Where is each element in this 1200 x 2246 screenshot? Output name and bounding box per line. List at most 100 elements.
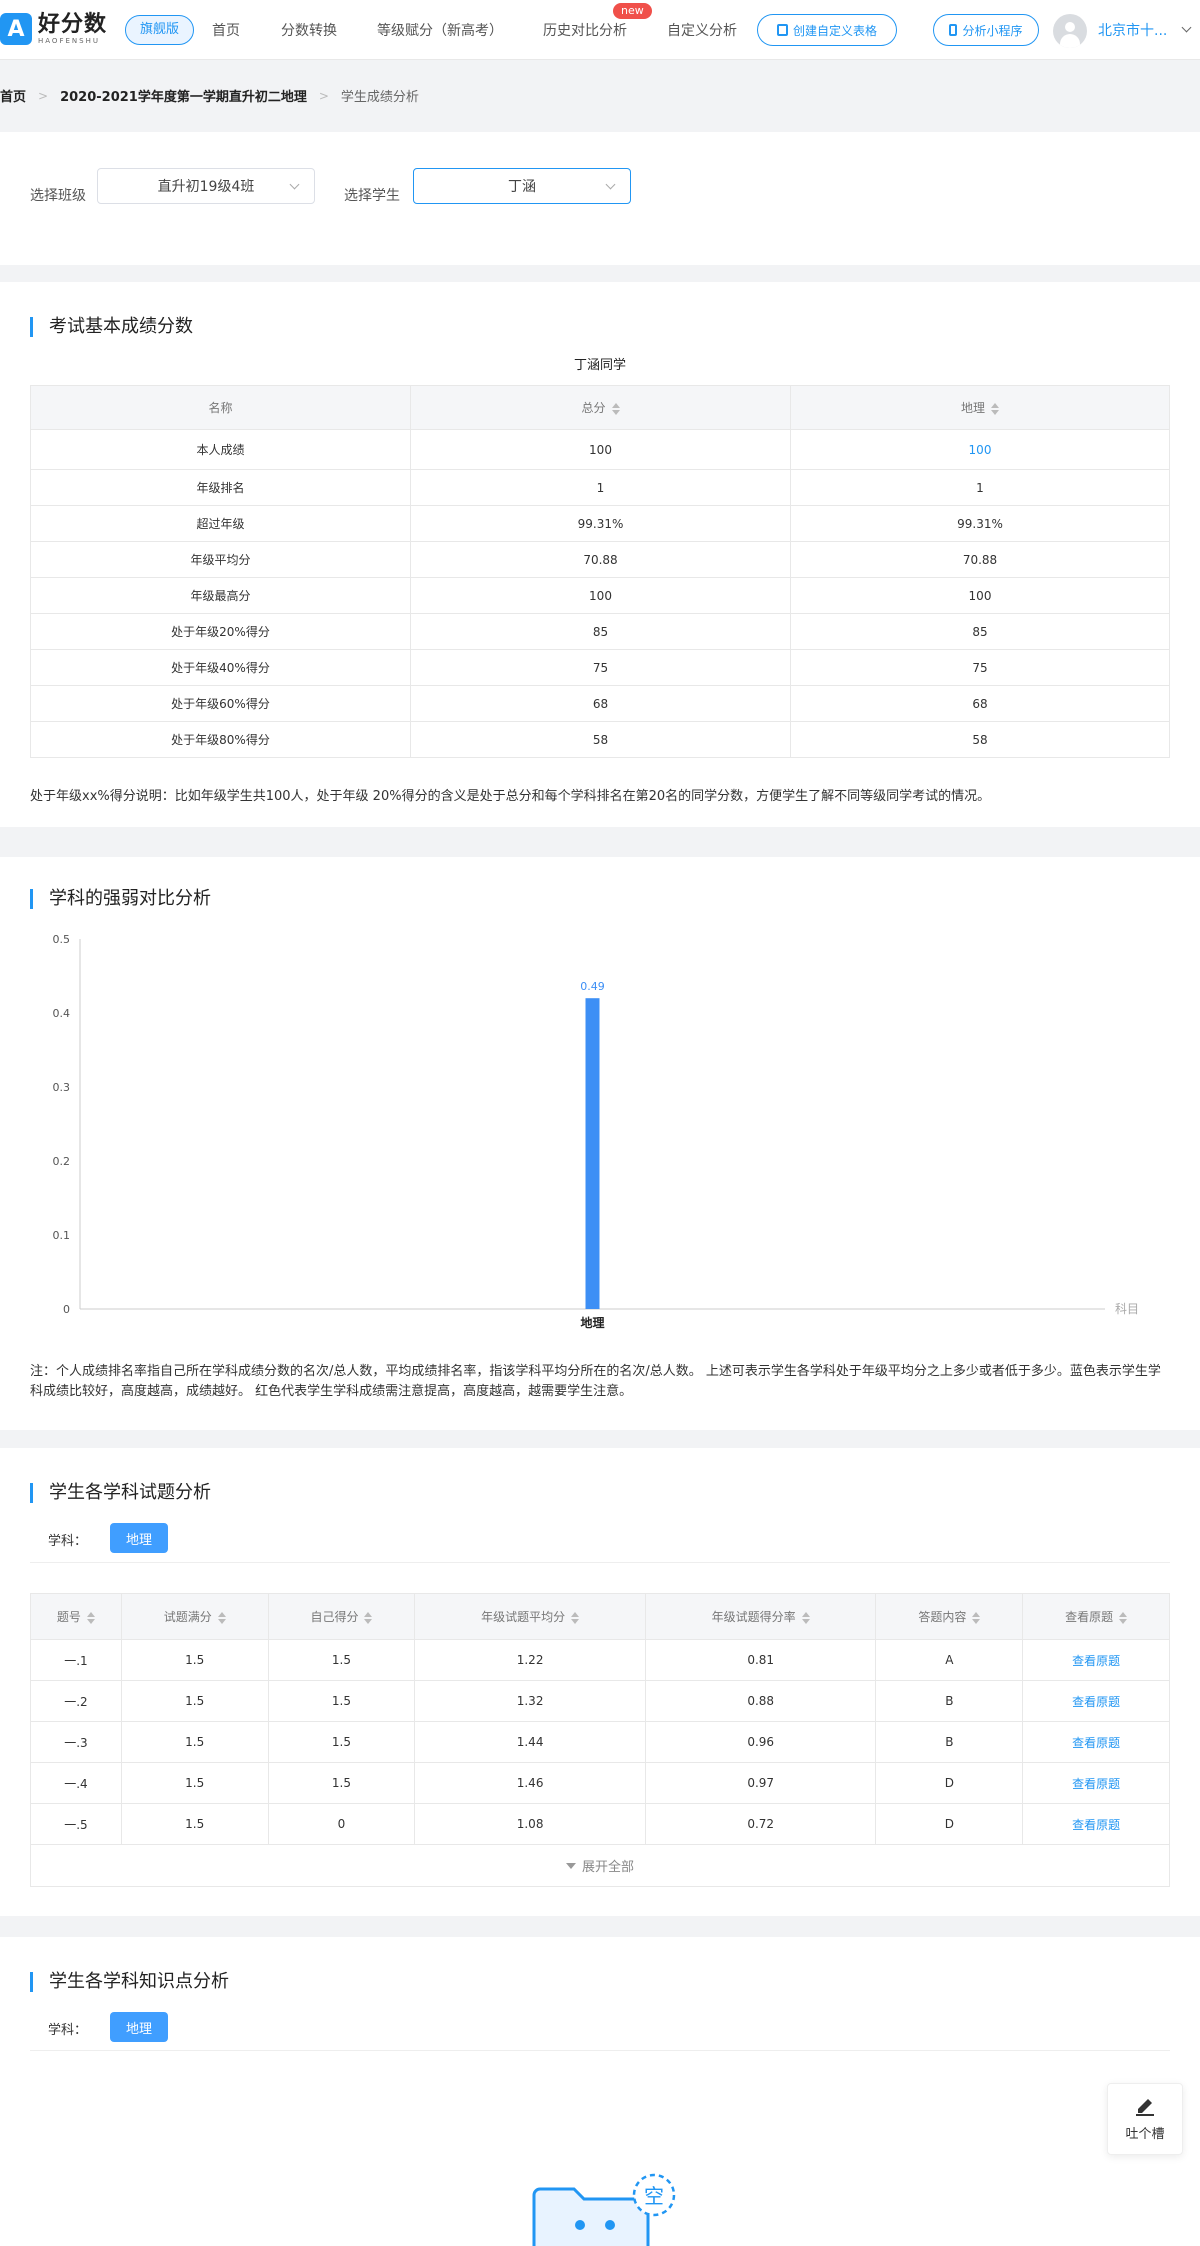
filter-panel: 选择班级 直升初19级4班 选择学生 丁涵 — [0, 132, 1200, 265]
column-header-full-marks[interactable]: 试题满分 — [120, 1593, 269, 1640]
subject-label: 学科： — [48, 1534, 88, 1549]
view-original-link[interactable]: 查看原题 — [1072, 1818, 1120, 1832]
mini-program-button[interactable]: 分析小程序 — [933, 14, 1039, 46]
sort-icon[interactable] — [217, 1611, 226, 1624]
sort-icon[interactable] — [972, 1611, 981, 1624]
bar — [585, 998, 600, 1309]
basic-scores-title: 考试基本成绩分数 — [30, 317, 193, 337]
breadcrumb-home[interactable]: 首页 — [0, 86, 26, 105]
total-cell: 100 — [410, 577, 791, 614]
breadcrumb-current: 学生成绩分析 — [340, 90, 419, 105]
geography-cell: 100 — [790, 577, 1170, 614]
create-custom-table-button[interactable]: 创建自定义表格 — [757, 14, 897, 46]
table-row: 一.3 1.5 1.5 1.44 0.96 B 查看原题 — [30, 1721, 1170, 1763]
view-original-link[interactable]: 查看原题 — [1072, 1736, 1120, 1750]
nav-score-conversion[interactable]: 分数转换 — [281, 20, 337, 40]
knowledge-analysis-title: 学生各学科知识点分析 — [30, 1972, 229, 1992]
subject-strength-chart: 0 0.1 0.2 0.3 0.4 0.5 0.49 地理 科目 — [53, 933, 1140, 1330]
expand-all-button[interactable]: 展开全部 — [30, 1845, 1170, 1887]
copy-icon — [776, 24, 788, 36]
view-original-link[interactable]: 查看原题 — [1072, 1777, 1120, 1791]
sort-icon[interactable] — [364, 1611, 373, 1624]
row-label: 处于年级40%得分 — [30, 649, 411, 686]
basic-scores-panel: 考试基本成绩分数 丁涵同学 名称 总分 地理 本人成绩 100 100 年级排名 1 1… — [0, 282, 1200, 827]
logo-icon: A — [0, 13, 32, 45]
subject-tab-geography[interactable]: 地理 — [110, 2012, 168, 2042]
sort-icon[interactable] — [801, 1611, 810, 1624]
breadcrumb-separator-icon: > — [318, 88, 329, 103]
column-header-own-score[interactable]: 自己得分 — [267, 1593, 416, 1640]
student-select-label: 选择学生 — [344, 188, 400, 204]
nav-history-compare[interactable]: 历史对比分析 — [543, 20, 627, 40]
edition-badge[interactable]: 旗舰版 — [125, 15, 195, 45]
column-header-view-original[interactable]: 查看原题 — [1022, 1593, 1170, 1640]
caret-down-icon — [565, 1862, 576, 1869]
sort-icon[interactable] — [86, 1611, 95, 1624]
geography-score-link[interactable]: 100 — [790, 429, 1170, 470]
row-label: 处于年级60%得分 — [30, 685, 411, 722]
column-header-grade-rate[interactable]: 年级试题得分率 — [644, 1593, 877, 1640]
table-row: 一.1 1.5 1.5 1.22 0.81 A 查看原题 — [30, 1639, 1170, 1681]
total-cell: 58 — [410, 721, 791, 758]
empty-glyph: 空 — [644, 2184, 664, 2208]
student-select-value: 丁涵 — [508, 179, 536, 195]
phone-icon — [949, 24, 958, 36]
logo[interactable]: A 好分数 HAOFENSHU — [0, 12, 107, 46]
class-select-value: 直升初19级4班 — [157, 179, 255, 195]
avatar[interactable] — [1053, 14, 1087, 48]
table-row: 本人成绩 100 100 — [30, 429, 1170, 470]
user-name[interactable]: 北京市十... — [1098, 20, 1167, 40]
table-row: 处于年级20%得分 85 85 — [30, 613, 1170, 650]
table-row: 年级平均分 70.88 70.88 — [30, 541, 1170, 578]
subject-compare-title: 学科的强弱对比分析 — [30, 889, 211, 909]
row-label: 年级平均分 — [30, 541, 411, 578]
top-navigation-bar: A 好分数 HAOFENSHU 旗舰版 首页 分数转换 等级赋分（新高考） 历史… — [0, 0, 1200, 60]
row-label: 超过年级 — [30, 505, 411, 542]
empty-state-icon: 空 — [532, 2173, 676, 2246]
nav-grade-assignment[interactable]: 等级赋分（新高考） — [377, 20, 503, 40]
sort-icon[interactable] — [611, 402, 620, 415]
divider — [30, 1562, 1170, 1563]
subject-tab-geography[interactable]: 地理 — [110, 1523, 168, 1553]
breadcrumb-exam[interactable]: 2020-2021学年度第一学期直升初二地理 — [60, 86, 307, 105]
divider — [30, 2050, 1170, 2051]
geography-cell: 99.31% — [790, 505, 1170, 542]
table-row: 年级最高分 100 100 — [30, 577, 1170, 614]
chevron-down-icon — [289, 179, 300, 190]
question-analysis-table: 题号 试题满分 自己得分 年级试题平均分 年级试题得分率 答题内容 查看原题 一… — [30, 1593, 1170, 1845]
x-axis-title: 科目 — [1115, 1302, 1139, 1316]
table-row: 处于年级80%得分 58 58 — [30, 721, 1170, 758]
y-tick-label: 0 — [63, 1303, 70, 1316]
class-select[interactable]: 直升初19级4班 — [97, 168, 315, 204]
chevron-down-icon[interactable] — [1181, 22, 1192, 33]
table-row: 一.4 1.5 1.5 1.46 0.97 D 查看原题 — [30, 1762, 1170, 1804]
column-header-grade-average[interactable]: 年级试题平均分 — [414, 1593, 646, 1640]
sort-icon[interactable] — [571, 1611, 580, 1624]
feedback-button[interactable]: 吐个槽 — [1107, 2083, 1183, 2155]
column-header-answer[interactable]: 答题内容 — [875, 1593, 1024, 1640]
view-original-link[interactable]: 查看原题 — [1072, 1695, 1120, 1709]
sort-icon[interactable] — [991, 402, 999, 415]
table-row: 年级排名 1 1 — [30, 469, 1170, 506]
nav-home[interactable]: 首页 — [212, 20, 240, 40]
sort-icon[interactable] — [1119, 1611, 1128, 1624]
column-header-geography[interactable]: 地理 — [790, 385, 1170, 430]
column-header-total[interactable]: 总分 — [410, 385, 791, 430]
student-select[interactable]: 丁涵 — [413, 168, 631, 204]
geography-cell: 68 — [790, 685, 1170, 722]
total-cell: 85 — [410, 613, 791, 650]
view-original-link[interactable]: 查看原题 — [1072, 1654, 1120, 1668]
geography-cell: 70.88 — [790, 541, 1170, 578]
geography-cell: 58 — [790, 721, 1170, 758]
y-tick-label: 0.5 — [53, 933, 71, 946]
mini-program-label: 分析小程序 — [962, 23, 1023, 38]
y-tick-label: 0.4 — [53, 1007, 71, 1020]
table-row: 处于年级60%得分 68 68 — [30, 685, 1170, 722]
column-header-question-no[interactable]: 题号 — [30, 1593, 122, 1640]
logo-subtitle: HAOFENSHU — [38, 36, 100, 45]
total-cell: 75 — [410, 649, 791, 686]
total-cell: 68 — [410, 685, 791, 722]
feedback-label: 吐个槽 — [1125, 2126, 1165, 2142]
nav-custom-analysis[interactable]: 自定义分析 — [667, 20, 737, 40]
subject-label: 学科： — [48, 2023, 88, 2038]
